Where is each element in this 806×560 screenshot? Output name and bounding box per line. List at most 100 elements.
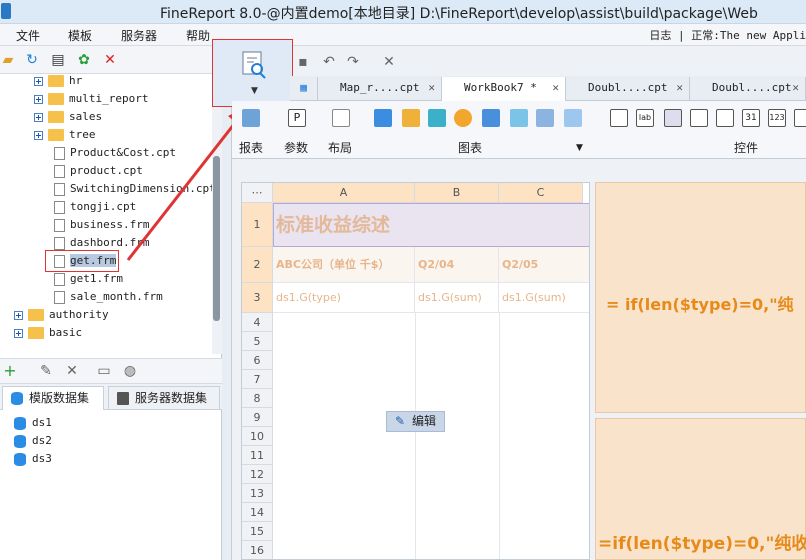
column-header[interactable]: C bbox=[499, 183, 583, 203]
area-chart-icon[interactable] bbox=[482, 109, 500, 127]
gauge-chart-icon[interactable] bbox=[536, 109, 554, 127]
line-chart-icon[interactable] bbox=[402, 109, 420, 127]
menu-template[interactable]: 模板 bbox=[68, 27, 92, 44]
header-cell[interactable]: ABC公司（单位 千$） bbox=[273, 247, 415, 283]
edit-button[interactable]: ✎ 编辑 bbox=[386, 411, 445, 432]
ribbon-layout-label[interactable]: 布局 bbox=[328, 139, 352, 156]
tree-folder-tree[interactable]: tree bbox=[34, 126, 96, 144]
undo-icon[interactable]: ↶ bbox=[321, 54, 337, 70]
properties-icon[interactable]: ▤ bbox=[50, 52, 66, 68]
row-header[interactable]: 11 bbox=[242, 446, 273, 465]
row-header[interactable]: 14 bbox=[242, 503, 273, 522]
formula-panel-top[interactable]: = if(len($type)=0,"纯 bbox=[595, 182, 806, 413]
column-header[interactable]: B bbox=[415, 183, 499, 203]
layout-icon[interactable] bbox=[332, 109, 350, 127]
settings-icon[interactable]: ✿ bbox=[76, 52, 92, 68]
formula-panel-bottom[interactable]: =if(len($type)=0,"纯收 bbox=[595, 418, 806, 560]
scatter-chart-icon[interactable] bbox=[510, 109, 528, 127]
close-icon[interactable]: ✕ bbox=[552, 77, 559, 99]
menu-file[interactable]: 文件 bbox=[16, 27, 40, 44]
expand-icon[interactable] bbox=[34, 76, 43, 86]
expand-icon[interactable] bbox=[14, 328, 23, 338]
header-cell[interactable]: Q2/04 bbox=[415, 247, 499, 283]
tree-file[interactable]: get1.frm bbox=[54, 270, 123, 288]
row-header[interactable]: 9 bbox=[242, 408, 273, 427]
row-header[interactable]: 16 bbox=[242, 541, 273, 559]
menu-help[interactable]: 帮助 bbox=[186, 27, 210, 44]
ribbon-report-label[interactable]: 报表 bbox=[239, 139, 263, 156]
dataset-item[interactable]: ds3 bbox=[0, 450, 52, 468]
row-header[interactable]: 2 bbox=[242, 247, 273, 283]
add-dataset-icon[interactable]: + bbox=[2, 363, 18, 379]
list-widget-icon[interactable] bbox=[716, 109, 734, 127]
preview-button[interactable]: ▼ bbox=[212, 39, 293, 107]
row-header[interactable]: 12 bbox=[242, 465, 273, 484]
connection-icon[interactable]: ◍ bbox=[122, 363, 138, 379]
radar-chart-icon[interactable] bbox=[564, 109, 582, 127]
dropdown-arrow-icon[interactable]: ▼ bbox=[251, 86, 258, 96]
tab-template-dataset[interactable]: 模版数据集 bbox=[2, 386, 104, 410]
tree-file[interactable]: sale_month.frm bbox=[54, 288, 163, 306]
tree-file-selected[interactable]: get.frm bbox=[45, 250, 120, 272]
row-header[interactable]: 13 bbox=[242, 484, 273, 503]
menu-server[interactable]: 服务器 bbox=[121, 27, 157, 44]
new-report-icon[interactable]: ▦ bbox=[290, 77, 318, 101]
spreadsheet[interactable]: ⋯ A B C 1 2 3 4 5 6 7 8 9 10 11 12 13 14… bbox=[241, 182, 590, 560]
row-header[interactable]: 4 bbox=[242, 313, 273, 332]
close-icon[interactable]: ✕ bbox=[792, 77, 799, 99]
row-header[interactable]: 6 bbox=[242, 351, 273, 370]
file-tab-active[interactable]: WorkBook7 * ✕ bbox=[442, 77, 566, 101]
save-icon[interactable]: ▪ bbox=[295, 54, 311, 70]
ribbon-chart-label[interactable]: 图表 bbox=[458, 139, 482, 156]
data-cell[interactable]: ds1.G(type) bbox=[273, 283, 415, 313]
tree-folder-authority[interactable]: authority bbox=[14, 306, 109, 324]
cut-icon[interactable]: ✕ bbox=[381, 54, 397, 70]
header-cell[interactable]: Q2/05 bbox=[499, 247, 589, 283]
row-header[interactable]: 7 bbox=[242, 370, 273, 389]
preview-icon[interactable]: ▭ bbox=[96, 363, 112, 379]
chevron-down-icon[interactable]: ▼ bbox=[576, 143, 583, 153]
column-header[interactable]: A bbox=[273, 183, 415, 203]
file-tab[interactable]: Doubl....cpt ✕ bbox=[690, 77, 806, 101]
more-widget-icon[interactable] bbox=[794, 109, 806, 127]
data-cell[interactable]: ds1.G(sum) bbox=[415, 283, 499, 313]
expand-icon[interactable] bbox=[14, 310, 23, 320]
open-folder-icon[interactable]: ▰ bbox=[0, 52, 16, 68]
row-header[interactable]: 3 bbox=[242, 283, 273, 313]
ribbon-param-label[interactable]: 参数 bbox=[284, 139, 308, 156]
tab-server-dataset[interactable]: 服务器数据集 bbox=[108, 386, 220, 410]
tree-folder-hr[interactable]: hr bbox=[34, 74, 82, 90]
date-widget-icon[interactable]: 31 bbox=[742, 109, 760, 127]
row-header[interactable]: 10 bbox=[242, 427, 273, 446]
file-tab[interactable]: Map_r....cpt ✕ bbox=[318, 77, 442, 101]
row-header[interactable]: 5 bbox=[242, 332, 273, 351]
row-header[interactable]: 15 bbox=[242, 522, 273, 541]
tree-folder-sales[interactable]: sales bbox=[34, 108, 102, 126]
tree-folder-basic[interactable]: basic bbox=[14, 324, 82, 342]
file-tab[interactable]: Doubl....cpt ✕ bbox=[566, 77, 690, 101]
refresh-icon[interactable]: ↻ bbox=[24, 52, 40, 68]
dataset-item[interactable]: ds1 bbox=[0, 414, 52, 432]
button-widget-icon[interactable] bbox=[664, 109, 682, 127]
hbar-chart-icon[interactable] bbox=[428, 109, 446, 127]
expand-icon[interactable] bbox=[34, 130, 43, 140]
delete-icon[interactable]: ✕ bbox=[102, 52, 118, 68]
textbox-widget-icon[interactable] bbox=[610, 109, 628, 127]
number-widget-icon[interactable]: 123 bbox=[768, 109, 786, 127]
param-icon[interactable]: P bbox=[288, 109, 306, 127]
close-icon[interactable]: ✕ bbox=[676, 77, 683, 99]
expand-icon[interactable] bbox=[34, 112, 43, 122]
data-cell[interactable]: ds1.G(sum) bbox=[499, 283, 589, 313]
row-header[interactable]: 8 bbox=[242, 389, 273, 408]
redo-icon[interactable]: ↷ bbox=[345, 54, 361, 70]
remove-icon[interactable]: ✕ bbox=[64, 363, 80, 379]
bar-chart-icon[interactable] bbox=[374, 109, 392, 127]
edit-icon[interactable]: ✎ bbox=[38, 363, 54, 379]
dataset-item[interactable]: ds2 bbox=[0, 432, 52, 450]
label-widget-icon[interactable]: lab bbox=[636, 109, 654, 127]
corner-cell[interactable]: ⋯ bbox=[242, 183, 273, 203]
close-icon[interactable]: ✕ bbox=[428, 77, 435, 99]
expand-icon[interactable] bbox=[34, 94, 43, 104]
pie-chart-icon[interactable] bbox=[454, 109, 472, 127]
title-cell[interactable]: 标准收益综述 bbox=[273, 203, 589, 247]
